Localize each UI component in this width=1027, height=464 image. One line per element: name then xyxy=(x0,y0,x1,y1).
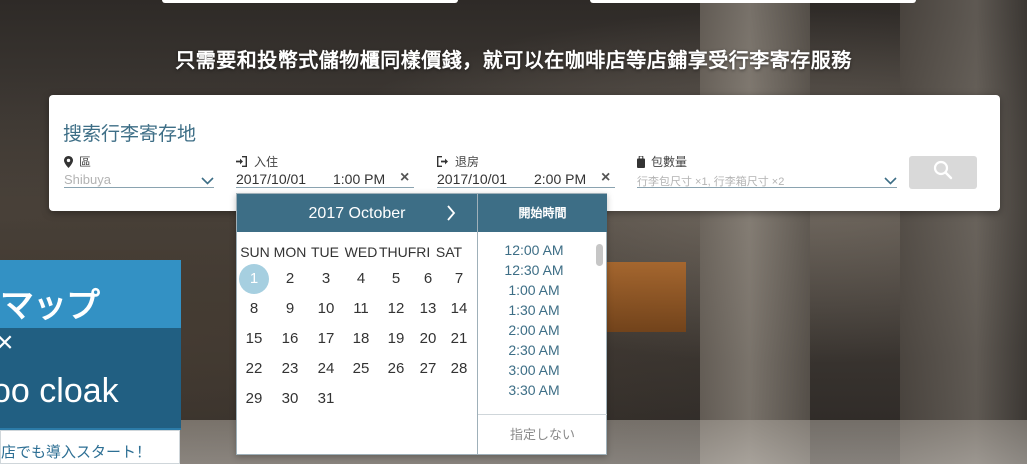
calendar-day[interactable]: 12 xyxy=(381,294,411,324)
sign-in-icon xyxy=(236,156,248,167)
calendar-day[interactable]: 15 xyxy=(239,324,269,354)
calendar-day[interactable]: 31 xyxy=(311,384,341,414)
calendar-day[interactable]: 20 xyxy=(413,324,443,354)
calendar-day[interactable]: 25 xyxy=(346,354,376,384)
calendar-day[interactable]: 27 xyxy=(413,354,443,384)
calendar-day[interactable]: 6 xyxy=(413,264,443,294)
checkout-label-group: 退房 xyxy=(437,153,479,170)
time-picker: 開始時間 12:00 AM 12:30 AM 1:00 AM 1:30 AM 2:00 … xyxy=(477,194,607,454)
calendar-day[interactable]: 17 xyxy=(311,324,341,354)
checkout-time[interactable]: 2:00 PM xyxy=(534,171,586,187)
promo-banner-caption[interactable]: 店でも導入スタート！ xyxy=(0,430,180,464)
checkout-label: 退房 xyxy=(455,155,480,169)
calendar-day[interactable]: 14 xyxy=(444,294,474,324)
sign-out-icon xyxy=(437,156,449,167)
calendar-day[interactable]: 23 xyxy=(275,354,305,384)
calendar-day[interactable]: 8 xyxy=(239,294,269,324)
calendar-day[interactable]: 7 xyxy=(444,264,474,294)
suitcase-icon xyxy=(637,155,645,168)
bags-label-group: 包數量 xyxy=(637,153,687,170)
hero-headline: 只需要和投幣式儲物櫃同樣價錢，就可以在咖啡店等店鋪享受行李寄存服務 xyxy=(175,50,852,72)
area-input[interactable]: Shibuya xyxy=(64,172,111,187)
time-scrollbar[interactable] xyxy=(594,240,604,404)
weekday-label: SAT xyxy=(435,244,463,260)
search-button[interactable] xyxy=(909,156,977,189)
bags-field[interactable]: 包數量 行李包尺寸 ×1, 行李箱尺寸 ×2 xyxy=(637,153,897,193)
calendar-month-title: 2017 October xyxy=(308,205,406,222)
weekday-label: THU xyxy=(379,244,408,260)
calendar-day[interactable]: 5 xyxy=(381,264,411,294)
area-field[interactable]: 區 Shibuya xyxy=(64,153,214,193)
calendar-day[interactable]: 18 xyxy=(346,324,376,354)
calendar-day[interactable]: 4 xyxy=(346,264,376,294)
chevron-right-icon[interactable] xyxy=(443,204,459,222)
checkin-clear-icon[interactable]: × xyxy=(400,170,409,186)
time-option[interactable]: 2:00 AM xyxy=(478,320,590,340)
calendar-day[interactable]: 24 xyxy=(311,354,341,384)
calendar-day[interactable]: 3 xyxy=(311,264,341,294)
promo-text-line1: マップ xyxy=(0,287,100,325)
calendar-day[interactable]: 19 xyxy=(381,324,411,354)
calendar-day[interactable]: 28 xyxy=(444,354,474,384)
calendar-day[interactable]: 13 xyxy=(413,294,443,324)
calendar-day[interactable]: 10 xyxy=(311,294,341,324)
calendar-day[interactable]: 9 xyxy=(275,294,305,324)
bags-underline xyxy=(637,187,897,188)
calendar-day[interactable]: 11 xyxy=(346,294,376,324)
time-option[interactable]: 3:00 AM xyxy=(478,360,590,380)
time-option[interactable]: 12:30 AM xyxy=(478,260,590,280)
background-shelf xyxy=(606,262,686,332)
checkout-underline xyxy=(437,187,615,188)
time-option[interactable]: 1:00 AM xyxy=(478,280,590,300)
calendar-day[interactable]: 2 xyxy=(275,264,305,294)
checkout-field[interactable]: 退房 2017/10/01 2:00 PM × xyxy=(437,153,615,193)
time-option[interactable]: 1:30 AM xyxy=(478,300,590,320)
weekday-label: WED xyxy=(344,244,378,260)
top-button-edge[interactable] xyxy=(590,0,916,3)
area-label: 區 xyxy=(79,155,92,169)
promo-logo-text: oo cloak xyxy=(0,372,119,410)
time-scrollbar-thumb[interactable] xyxy=(596,244,603,266)
time-option[interactable]: 2:30 AM xyxy=(478,340,590,360)
promo-text-line2: × xyxy=(0,326,14,359)
calendar-day[interactable]: 29 xyxy=(239,384,269,414)
calendar-day[interactable]: 21 xyxy=(444,324,474,354)
checkin-label: 入住 xyxy=(254,155,279,169)
calendar-day[interactable]: 22 xyxy=(239,354,269,384)
datetime-picker: 2017 October SUN MON TUE WED THU FRI SAT 12345… xyxy=(236,193,607,455)
weekday-label: TUE xyxy=(311,244,339,260)
calendar-day[interactable]: 16 xyxy=(275,324,305,354)
area-underline xyxy=(64,187,214,188)
calendar-day[interactable]: 30 xyxy=(275,384,305,414)
search-card-title: 搜索行李寄存地 xyxy=(63,124,197,145)
weekday-header-row: SUN MON TUE WED THU FRI SAT xyxy=(237,244,477,260)
promo-banner[interactable]: マップ × oo cloak xyxy=(0,260,181,430)
weekday-label: MON xyxy=(273,244,307,260)
top-button-edge[interactable] xyxy=(162,0,458,3)
calendar: 2017 October SUN MON TUE WED THU FRI SAT 12345… xyxy=(237,194,477,454)
calendar-header: 2017 October xyxy=(237,194,477,232)
time-options-list: 12:00 AM 12:30 AM 1:00 AM 1:30 AM 2:00 AM 2:3… xyxy=(478,240,590,400)
search-icon xyxy=(933,160,953,185)
time-option[interactable]: 3:30 AM xyxy=(478,380,590,400)
bags-label: 包數量 xyxy=(651,155,688,169)
checkin-date[interactable]: 2017/10/01 xyxy=(236,171,306,187)
calendar-day-selected[interactable]: 1 xyxy=(239,264,269,294)
time-picker-title: 開始時間 xyxy=(478,194,607,232)
time-unspecified-option[interactable]: 指定しない xyxy=(478,414,607,454)
area-label-group: 區 xyxy=(64,153,91,170)
time-option[interactable]: 12:00 AM xyxy=(478,240,590,260)
checkin-underline xyxy=(236,187,414,188)
checkout-date[interactable]: 2017/10/01 xyxy=(437,171,507,187)
weekday-label: FRI xyxy=(407,244,431,260)
checkin-time[interactable]: 1:00 PM xyxy=(333,171,385,187)
map-pin-icon xyxy=(64,155,73,168)
calendar-day[interactable]: 26 xyxy=(381,354,411,384)
weekday-label: SUN xyxy=(240,244,270,260)
checkin-field[interactable]: 入住 2017/10/01 1:00 PM × xyxy=(236,153,414,193)
checkin-label-group: 入住 xyxy=(236,153,278,170)
checkout-clear-icon[interactable]: × xyxy=(601,170,610,186)
